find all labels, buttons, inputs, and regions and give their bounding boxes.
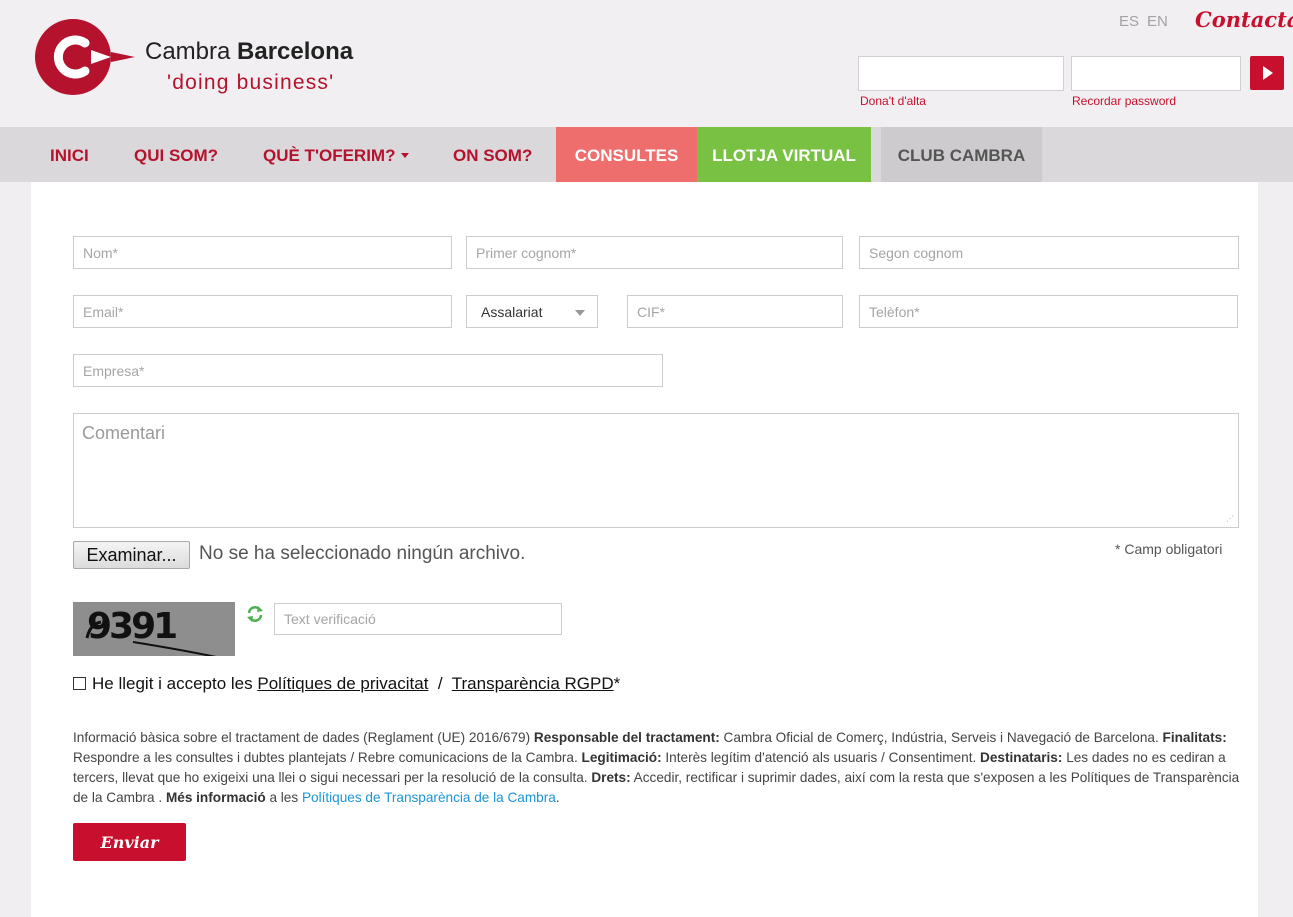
tipus-select-value: Assalariat <box>481 304 543 320</box>
legal-notice: Informació bàsica sobre el tractament de… <box>73 728 1241 808</box>
nav-item-inici[interactable]: INICI <box>50 127 89 182</box>
nav-item-consultes[interactable]: CONSULTES <box>556 127 697 182</box>
legal-legitimacio-label: Legitimació: <box>581 750 662 765</box>
legal-finalitats-text: Respondre a les consultes i dubtes plant… <box>73 750 578 765</box>
file-status-text: No se ha seleccionado ningún archivo. <box>199 543 526 564</box>
legal-mes-text: a les <box>269 790 299 805</box>
nav-item-on-som[interactable]: ON SOM? <box>453 127 532 182</box>
refresh-icon[interactable] <box>246 605 264 623</box>
consent-prefix: He llegit i accepto les <box>92 674 253 693</box>
nav-item-que-oferim-label: QUÈ T'OFERIM? <box>263 146 396 165</box>
rgpd-transparency-link[interactable]: Transparència RGPD <box>452 674 614 693</box>
login-user-input[interactable] <box>858 56 1064 91</box>
comentari-textarea[interactable] <box>73 413 1239 528</box>
lang-en-link[interactable]: EN <box>1147 13 1168 30</box>
cambra-logo-icon <box>35 19 135 95</box>
nav-item-qui-som[interactable]: QUI SOM? <box>134 127 218 182</box>
cif-input[interactable] <box>627 295 843 328</box>
privacy-policy-link[interactable]: Polítiques de privacitat <box>257 674 428 693</box>
legal-mes-label: Més informació <box>165 790 266 805</box>
segon-cognom-input[interactable] <box>859 236 1239 269</box>
tipus-select[interactable]: Assalariat <box>466 295 598 328</box>
site-header: Cambra Barcelona 'doing business' ES EN … <box>0 0 1293 127</box>
file-browse-button[interactable]: Examinar... <box>73 541 190 569</box>
login-submit-button[interactable] <box>1250 56 1284 90</box>
legal-destinataris-label: Destinataris: <box>980 750 1063 765</box>
email-field[interactable] <box>73 295 452 328</box>
legal-finalitats-label: Finalitats: <box>1162 730 1227 745</box>
legal-drets-label: Drets: <box>591 770 631 785</box>
nav-item-club-cambra[interactable]: CLUB CAMBRA <box>881 127 1042 182</box>
legal-responsable-text: Cambra Oficial de Comerç, Indústria, Ser… <box>723 730 1159 745</box>
captcha-image: 9391 <box>73 602 235 656</box>
transparency-policy-link[interactable]: Polítiques de Transparència de la Cambra <box>302 790 556 805</box>
lang-es-link[interactable]: ES <box>1119 13 1139 30</box>
nom-input[interactable] <box>73 236 452 269</box>
play-arrow-icon <box>1263 66 1273 80</box>
resize-grip-icon[interactable]: ⋰ <box>1226 514 1234 523</box>
nav-item-que-oferim[interactable]: QUÈ T'OFERIM? <box>263 127 410 182</box>
chevron-down-icon <box>401 153 410 158</box>
captcha-input[interactable] <box>274 603 562 635</box>
caret-down-icon <box>575 310 585 316</box>
legal-end: . <box>555 790 560 805</box>
consent-separator: / <box>437 674 443 693</box>
logo-brand-text: Cambra Barcelona <box>145 38 354 65</box>
main-nav: INICI QUI SOM? QUÈ T'OFERIM? ON SOM? CON… <box>0 127 1293 182</box>
consent-required-mark: * <box>613 674 621 693</box>
legal-legitimacio-text: Interès legítim d'atenció als usuaris / … <box>665 750 977 765</box>
primer-cognom-input[interactable] <box>466 236 843 269</box>
empresa-input[interactable] <box>73 354 663 387</box>
login-password-input[interactable] <box>1071 56 1241 91</box>
contacta-link[interactable]: Contacta <box>1195 7 1293 32</box>
cambra-barcelona-logo[interactable]: Cambra Barcelona 'doing business' <box>35 16 365 106</box>
consent-checkbox[interactable] <box>73 677 86 690</box>
consent-row: He llegit i accepto les Polítiques de pr… <box>73 674 620 694</box>
captcha-noise <box>85 620 217 656</box>
legal-intro: Informació bàsica sobre el tractament de… <box>73 730 531 745</box>
legal-responsable-label: Responsable del tractament: <box>533 730 720 745</box>
nav-item-llotja-virtual[interactable]: LLOTJA VIRTUAL <box>697 127 871 182</box>
required-note: * Camp obligatori <box>1115 541 1223 557</box>
telefon-input[interactable] <box>859 295 1238 328</box>
submit-button[interactable]: Enviar <box>73 823 186 861</box>
logo-tagline: 'doing business' <box>167 71 335 94</box>
signup-link[interactable]: Dona't d'alta <box>860 94 926 108</box>
recover-password-link[interactable]: Recordar password <box>1072 94 1176 108</box>
